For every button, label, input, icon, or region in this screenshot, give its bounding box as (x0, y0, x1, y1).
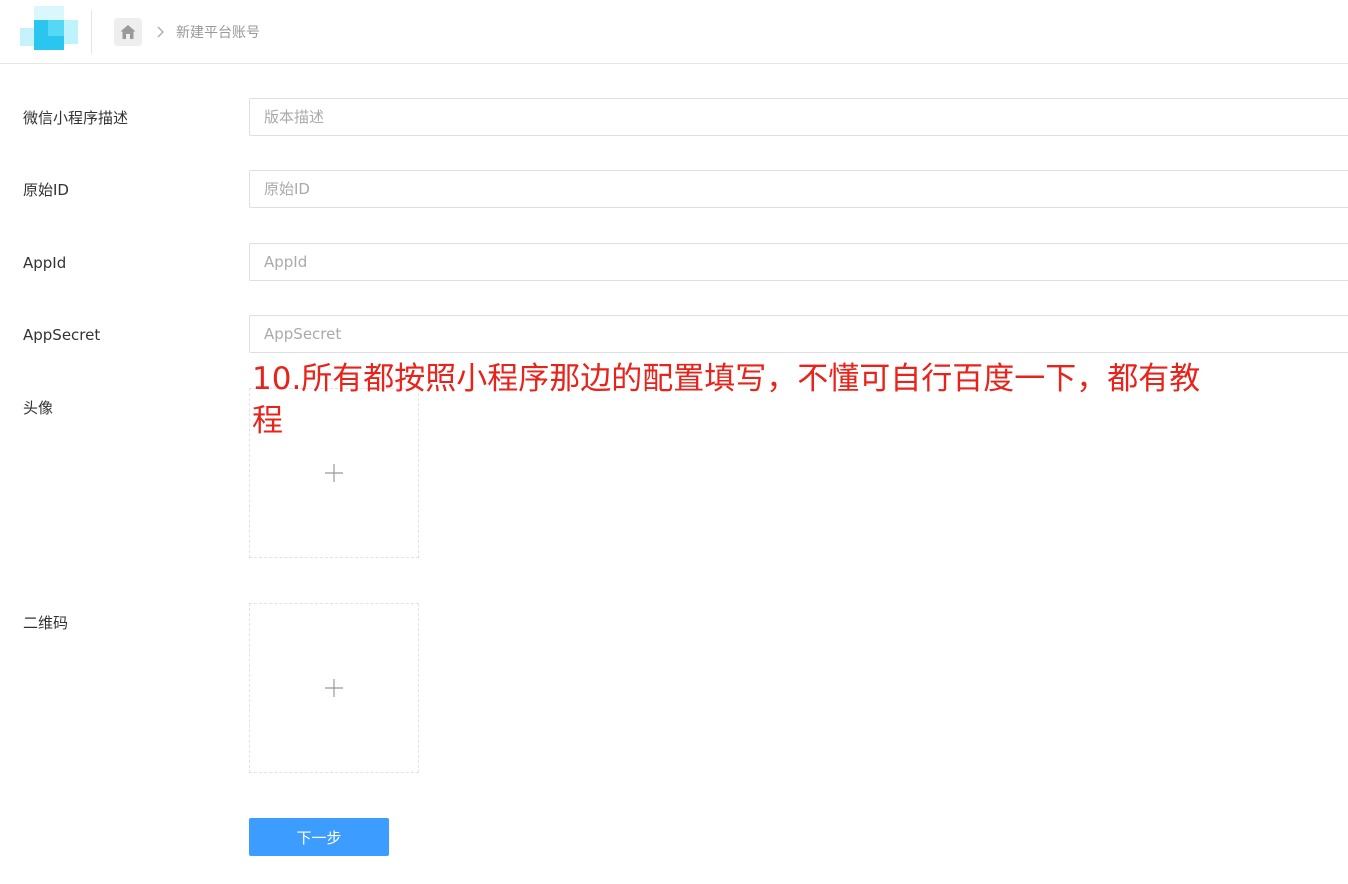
plus-icon (325, 464, 343, 482)
breadcrumb-current: 新建平台账号 (176, 25, 260, 41)
header-divider (91, 10, 92, 54)
logo[interactable] (20, 6, 80, 54)
field-label: 微信小程序描述 (23, 109, 129, 127)
field-label: AppId (23, 254, 67, 272)
home-icon (120, 25, 136, 39)
tutorial-annotation: 10.所有都按照小程序那边的配置填写，不懂可自行百度一下，都有教程 (252, 361, 1201, 439)
next-step-button[interactable]: 下一步 (249, 818, 389, 856)
field-label: 原始ID (23, 181, 69, 199)
appid-input[interactable] (249, 243, 1348, 281)
appsecret-input[interactable] (249, 315, 1348, 353)
original-id-input[interactable] (249, 170, 1348, 208)
qrcode-upload[interactable] (249, 603, 419, 773)
field-label: AppSecret (23, 326, 101, 344)
field-label: 头像 (23, 399, 54, 417)
chevron-right-icon (157, 26, 164, 38)
description-input[interactable] (249, 98, 1348, 136)
home-button[interactable] (114, 18, 142, 46)
field-label: 二维码 (23, 614, 69, 632)
plus-icon (325, 679, 343, 697)
top-header: 新建平台账号 (0, 0, 1348, 64)
